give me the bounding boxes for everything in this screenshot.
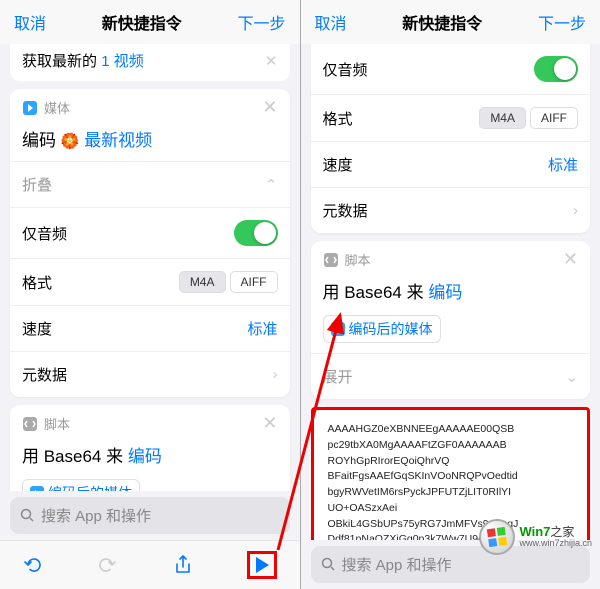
script-icon — [323, 252, 339, 268]
undo-button[interactable] — [22, 555, 42, 575]
search-icon — [321, 557, 336, 572]
run-button-highlight — [247, 551, 277, 579]
speed-row[interactable]: 速度 标准 — [311, 141, 591, 187]
watermark-logo: Win7之家 www.win7zhijia.cn — [479, 519, 592, 555]
encode-decode-link[interactable]: 编码 — [128, 447, 162, 466]
audio-only-row: 仅音频 — [10, 207, 290, 258]
undo-icon — [22, 555, 42, 575]
share-icon — [174, 555, 192, 575]
format-row: 格式 M4A AIFF — [311, 94, 591, 141]
format-segmented-control[interactable]: M4A AIFF — [179, 271, 278, 293]
collapse-row[interactable]: 折叠 ⌃ — [10, 161, 290, 207]
output-line: AAAAHGZ0eXBNNEEgAAAAAE00QSB — [328, 422, 574, 438]
navbar: 取消 新快捷指令 下一步 — [0, 0, 300, 44]
previous-action-card[interactable]: 获取最新的 1 视频 ✕ — [10, 44, 290, 81]
input-variable-token[interactable]: 编码后的媒体 — [22, 479, 140, 491]
chevron-up-icon: ⌃ — [265, 176, 278, 194]
output-line: bgyRWVetIM6rsPyckJPFUTZjLIT0RIlYI — [328, 485, 574, 501]
redo-button — [98, 555, 118, 575]
search-icon — [20, 508, 35, 523]
media-icon — [22, 100, 38, 116]
cancel-button[interactable]: 取消 — [315, 10, 347, 34]
encode-media-action-card: 媒体 ✕ 编码 🏵️ 最新视频 折叠 ⌃ 仅音频 格式 — [10, 89, 290, 397]
close-icon[interactable]: ✕ — [265, 52, 278, 70]
share-button[interactable] — [174, 555, 192, 575]
right-content: 仅音频 格式 M4A AIFF 速度 标准 元数据 › — [301, 44, 600, 540]
chevron-right-icon: › — [573, 202, 578, 219]
card-category: 脚本 — [44, 414, 70, 433]
output-line: ROYhGpRIrorEQoiQhrVQ — [328, 454, 574, 470]
next-button[interactable]: 下一步 — [237, 10, 285, 34]
left-pane: 取消 新快捷指令 下一步 获取最新的 1 视频 ✕ 媒体 ✕ 编码 🏵️ 最新视… — [0, 0, 300, 589]
format-row: 格式 M4A AIFF — [10, 258, 290, 305]
output-line: pc29tbXA0MgAAAAFtZGF0AAAAAAB — [328, 438, 574, 454]
metadata-row[interactable]: 元数据 › — [311, 187, 591, 233]
input-variable-token[interactable]: 编码后的媒体 — [323, 315, 441, 343]
output-line: UO+OASzxAei — [328, 501, 574, 517]
play-icon — [254, 556, 270, 574]
windows-flag-icon — [479, 519, 515, 555]
format-segmented-control[interactable]: M4A AIFF — [479, 107, 578, 129]
format-m4a-button[interactable]: M4A — [479, 107, 526, 129]
speed-row[interactable]: 速度 标准 — [10, 305, 290, 351]
encode-media-action-card: 仅音频 格式 M4A AIFF 速度 标准 元数据 › — [311, 44, 591, 233]
close-icon[interactable]: ✕ — [563, 249, 578, 270]
run-button[interactable] — [254, 556, 270, 574]
base64-action-card: 脚本 ✕ 用 Base64 来 编码 编码后的媒体 展开 ⌄ — [311, 241, 591, 399]
close-icon[interactable]: ✕ — [262, 413, 277, 434]
navbar: 取消 新快捷指令 下一步 — [301, 0, 600, 44]
base64-action-card: 脚本 ✕ 用 Base64 来 编码 编码后的媒体 展开 ⌄ — [10, 405, 290, 491]
media-icon — [331, 322, 345, 336]
left-content: 获取最新的 1 视频 ✕ 媒体 ✕ 编码 🏵️ 最新视频 折叠 ⌃ — [0, 44, 300, 491]
close-icon[interactable]: ✕ — [262, 97, 277, 118]
bottom-toolbar — [0, 540, 300, 589]
cancel-button[interactable]: 取消 — [14, 10, 46, 34]
right-pane: 取消 新快捷指令 下一步 仅音频 格式 M4A AIFF 速度 — [301, 0, 600, 589]
page-title: 新快捷指令 — [402, 10, 482, 34]
action-title: 用 Base64 来 编码 — [10, 438, 290, 477]
chevron-right-icon: › — [273, 366, 278, 383]
format-m4a-button[interactable]: M4A — [179, 271, 226, 293]
next-button[interactable]: 下一步 — [538, 10, 586, 34]
metadata-row[interactable]: 元数据 › — [10, 351, 290, 397]
card-category: 脚本 — [345, 250, 371, 269]
audio-only-row: 仅音频 — [311, 44, 591, 94]
action-title: 编码 🏵️ 最新视频 — [10, 122, 290, 161]
audio-only-toggle[interactable] — [234, 220, 278, 246]
format-aiff-button[interactable]: AIFF — [230, 271, 278, 293]
search-bar[interactable]: 搜索 App 和操作 — [10, 497, 290, 534]
expand-row[interactable]: 展开 ⌄ — [311, 353, 591, 399]
format-aiff-button[interactable]: AIFF — [530, 107, 578, 129]
script-icon — [22, 416, 38, 432]
input-variable-link[interactable]: 最新视频 — [84, 131, 152, 150]
output-line: BFaitFgsAAEfGqSKInVOoNRQPvOedtid — [328, 469, 574, 485]
search-placeholder: 搜索 App 和操作 — [41, 505, 151, 526]
audio-only-toggle[interactable] — [534, 56, 578, 82]
card-category: 媒体 — [44, 98, 70, 117]
encode-decode-link[interactable]: 编码 — [428, 283, 462, 302]
search-placeholder: 搜索 App 和操作 — [342, 554, 452, 575]
photos-icon: 🏵️ — [61, 133, 80, 150]
page-title: 新快捷指令 — [102, 10, 182, 34]
redo-icon — [98, 555, 118, 575]
chevron-down-icon: ⌄ — [565, 368, 578, 386]
media-icon — [30, 486, 44, 491]
action-title: 用 Base64 来 编码 — [311, 274, 591, 313]
